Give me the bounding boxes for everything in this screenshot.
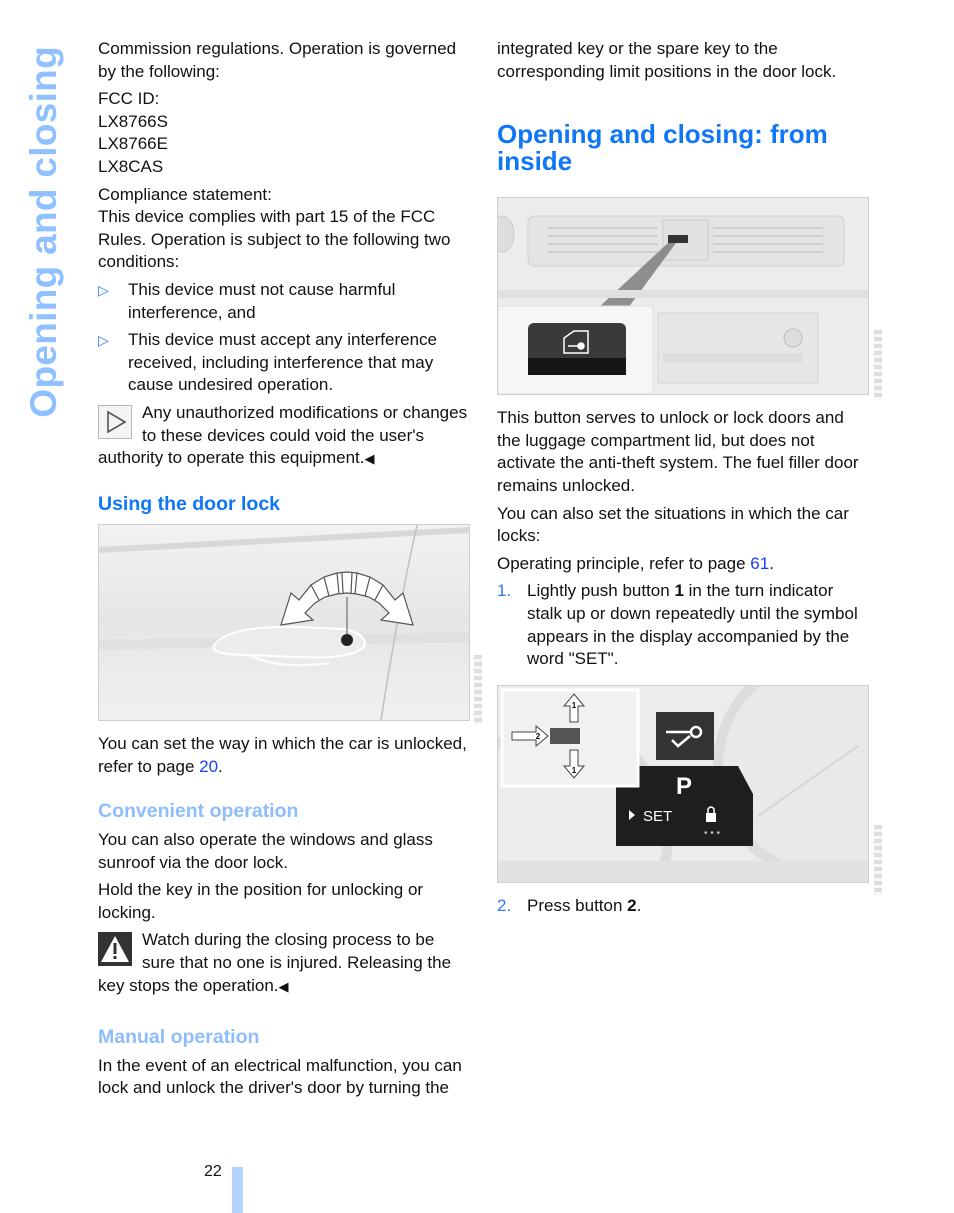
step-item: 2. Press button 2. <box>497 895 869 918</box>
figure-code-mark <box>874 825 882 895</box>
step-number: 1. <box>497 581 512 601</box>
manual-paragraph: In the event of an electrical malfunctio… <box>98 1055 462 1098</box>
display-set-label: SET <box>643 808 672 825</box>
section-heading-from-inside: Opening and closing: from inside <box>497 119 828 177</box>
principle-text: Operating principle, refer to page <box>497 553 751 573</box>
door-lock-text: You can set the way in which the car is … <box>98 734 467 776</box>
step-text-pre: Lightly push button <box>527 581 675 601</box>
compliance-text: This device complies with part 15 of the… <box>98 207 451 272</box>
convenient-paragraph-2: Hold the key in the position for unlocki… <box>98 880 424 922</box>
figure-code-mark <box>474 655 482 725</box>
principle-paragraph: Operating principle, refer to page 61. <box>497 553 869 576</box>
bullet-triangle-icon: ▷ <box>98 332 109 349</box>
arrow-label-1: 1 <box>572 766 577 775</box>
turn-stalk <box>550 727 580 744</box>
step-button-ref: 2 <box>627 895 637 915</box>
page-number: 22 <box>204 1163 222 1180</box>
fcc-id-label: FCC ID: <box>98 89 160 109</box>
bullet-item: ▷ This device must accept any interferen… <box>98 329 470 397</box>
display-dots: • • • <box>704 828 721 839</box>
step-number: 2. <box>497 895 512 915</box>
arrow-label-2: 2 <box>536 732 541 741</box>
page-20-link[interactable]: 20 <box>199 757 218 776</box>
gear-indicator: P <box>676 773 692 800</box>
display-set-figure: P SET • • • 1 1 2 <box>497 684 869 883</box>
key-check-symbol-icon <box>656 711 714 760</box>
right-column: integrated key or the spare key to the c… <box>497 38 869 922</box>
end-marker-icon: ◀ <box>364 451 375 467</box>
bullet-item: ▷ This device must not cause harmful int… <box>98 279 470 324</box>
situations-paragraph: You can also set the situations in which… <box>497 503 849 546</box>
continued-paragraph: integrated key or the spare key to the c… <box>497 39 837 81</box>
figure-code-mark <box>874 330 882 400</box>
step-item: 1. Lightly push button 1 in the turn ind… <box>497 580 869 670</box>
door-lock-paragraph: You can set the way in which the car is … <box>98 733 470 778</box>
step-text: Lightly push button 1 in the turn indica… <box>527 580 869 670</box>
subheading-convenient-operation: Convenient operation <box>98 800 299 823</box>
info-note: Any unauthorized modifications or change… <box>98 402 470 471</box>
period: . <box>769 553 774 573</box>
step-text: Press button 2. <box>527 895 641 918</box>
button-description-paragraph: This button serves to unlock or lock doo… <box>497 408 859 495</box>
subheading-manual-operation: Manual operation <box>98 1026 260 1049</box>
intro-paragraph: Commission regulations. Operation is gov… <box>98 39 457 81</box>
step-text-pre: Press button <box>527 895 628 915</box>
step-text-post: . <box>636 895 642 915</box>
end-marker-icon: ◀ <box>278 978 289 994</box>
period: . <box>218 756 223 776</box>
bullet-text: This device must accept any interference… <box>128 330 437 395</box>
left-column: Commission regulations. Operation is gov… <box>98 38 470 1105</box>
compliance-label: Compliance statement: <box>98 184 272 204</box>
warning-icon <box>98 932 132 967</box>
central-lock-button-small-icon <box>668 235 688 244</box>
fcc-id: LX8766E <box>98 134 168 154</box>
info-note-icon <box>98 404 132 439</box>
page-61-link[interactable]: 61 <box>750 554 769 573</box>
fcc-id-block: FCC ID: LX8766S LX8766E LX8CAS <box>98 88 470 178</box>
step-button-ref: 1 <box>674 581 684 601</box>
info-note-text: Any unauthorized modifications or change… <box>98 402 468 468</box>
bullet-triangle-icon: ▷ <box>98 281 109 298</box>
warning-note-text: Watch during the closing process to be s… <box>98 930 452 995</box>
lock-cylinder-icon <box>341 634 353 647</box>
compliance-block: Compliance statement: This device compli… <box>98 184 470 274</box>
chapter-side-title-text: Opening and closing <box>23 46 64 418</box>
warning-note: Watch during the closing process to be s… <box>98 929 470 998</box>
section-heading-door-lock: Using the door lock <box>98 492 281 515</box>
door-lock-figure <box>98 524 470 722</box>
instrument-cluster-illustration: P SET • • • 1 1 2 <box>498 685 868 882</box>
dashboard-illustration <box>498 198 868 395</box>
bullet-text: This device must not cause harmful inter… <box>128 279 396 322</box>
chapter-side-title: Opening and closing <box>14 38 74 418</box>
convenient-paragraph-1: You can also operate the windows and gla… <box>98 830 433 872</box>
central-locking-button-figure <box>497 197 869 396</box>
arrow-label-1: 1 <box>572 701 577 710</box>
door-lock-illustration <box>99 525 469 721</box>
page-marker-bar <box>232 1167 243 1213</box>
fcc-id: LX8766S <box>98 111 168 131</box>
fcc-id: LX8CAS <box>98 156 164 176</box>
